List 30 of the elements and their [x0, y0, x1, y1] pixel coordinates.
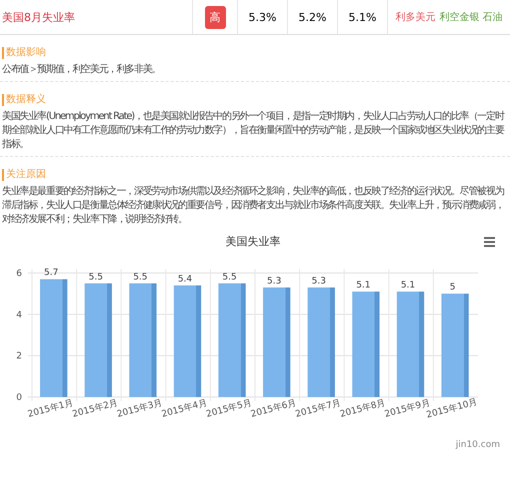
y-tick-label: 0 [16, 393, 22, 403]
market-effect: 利多美元 [395, 10, 436, 24]
data-label: 5.1 [356, 280, 371, 291]
data-label: 5.3 [312, 276, 326, 286]
section-heading: 数据影响 [2, 47, 46, 59]
indicator-title: 美国8月失业率 [2, 10, 75, 24]
forecast-value: 5.2% [298, 10, 326, 24]
data-label: 5 [450, 282, 456, 293]
section-text: 公布值＞预期值，利空美元，利多非美。 [2, 63, 162, 77]
chart-credit[interactable]: jin10.com [456, 440, 500, 450]
y-tick-label: 6 [16, 269, 22, 279]
section-heading: 数据释义 [2, 94, 46, 106]
previous-value: 5.3% [248, 10, 276, 24]
data-label: 5.3 [267, 276, 282, 286]
actual-value: 5.1% [348, 10, 376, 24]
importance-badge: 高 [204, 6, 226, 28]
y-tick-label: 4 [16, 310, 22, 320]
data-label: 5.1 [400, 280, 416, 291]
section-heading: 关注原因 [2, 169, 46, 181]
data-label: 5.5 [222, 272, 237, 282]
section-text: 失业率是最重要的经济指标之一，深受劳动市场供需以及经济循环之影响，失业率的高低，也反映了经济的运行状况。尽管被视为滞后指标，失业人口是衡量总体经济健康状况的重要信号，因消费者支出与就业市场条件高度关联。失业率上升，预示消费减弱，对经济发展不利；失业率下降，说明经济好转。 [2, 185, 505, 227]
chart-title: 美国失业率 [226, 235, 280, 248]
data-label: 5.7 [44, 268, 58, 278]
section-text: 美国失业率(Unemployment Rate)，也是美国就业报告中的另外一个项目，是指一定时期内，失业人口占劳动人口的比率（一定时期全部就业人口中有工作意愿而仍未有工作的劳动力数字），旨在衡量闲置中的劳动产能，是反映一个国家或地区失业状况的主要指标。 [2, 110, 506, 152]
menu-icon[interactable] [484, 237, 495, 247]
data-label: 5.5 [133, 272, 148, 282]
data-label: 5.5 [88, 272, 103, 282]
y-tick-label: 2 [16, 352, 22, 362]
data-label: 5.4 [178, 274, 192, 284]
market-effect: 利空金银 石油 [439, 10, 503, 24]
